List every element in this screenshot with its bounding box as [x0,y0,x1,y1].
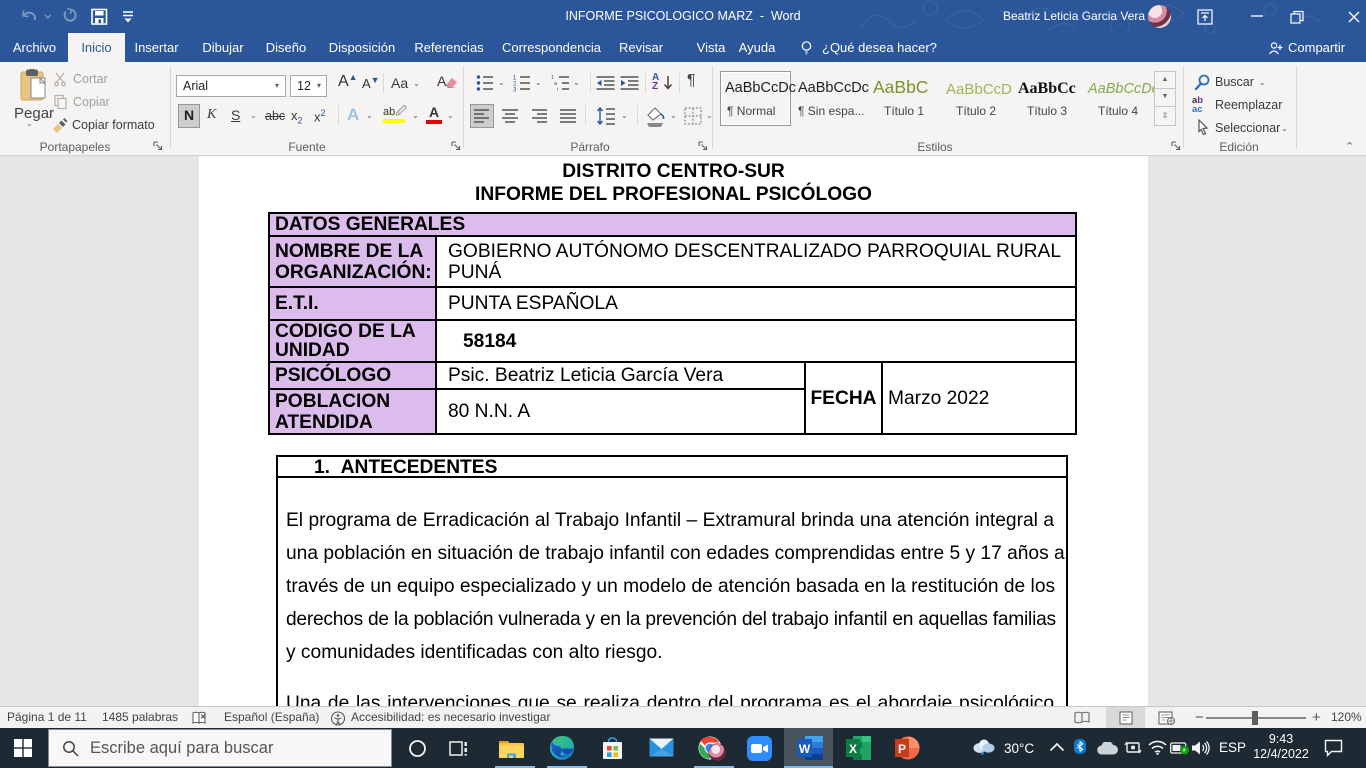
svg-text:W: W [799,742,811,756]
svg-text:X: X [849,742,857,756]
svg-text:i: i [557,87,558,92]
svg-text:3: 3 [513,88,517,93]
svg-text:P: P [898,742,906,756]
